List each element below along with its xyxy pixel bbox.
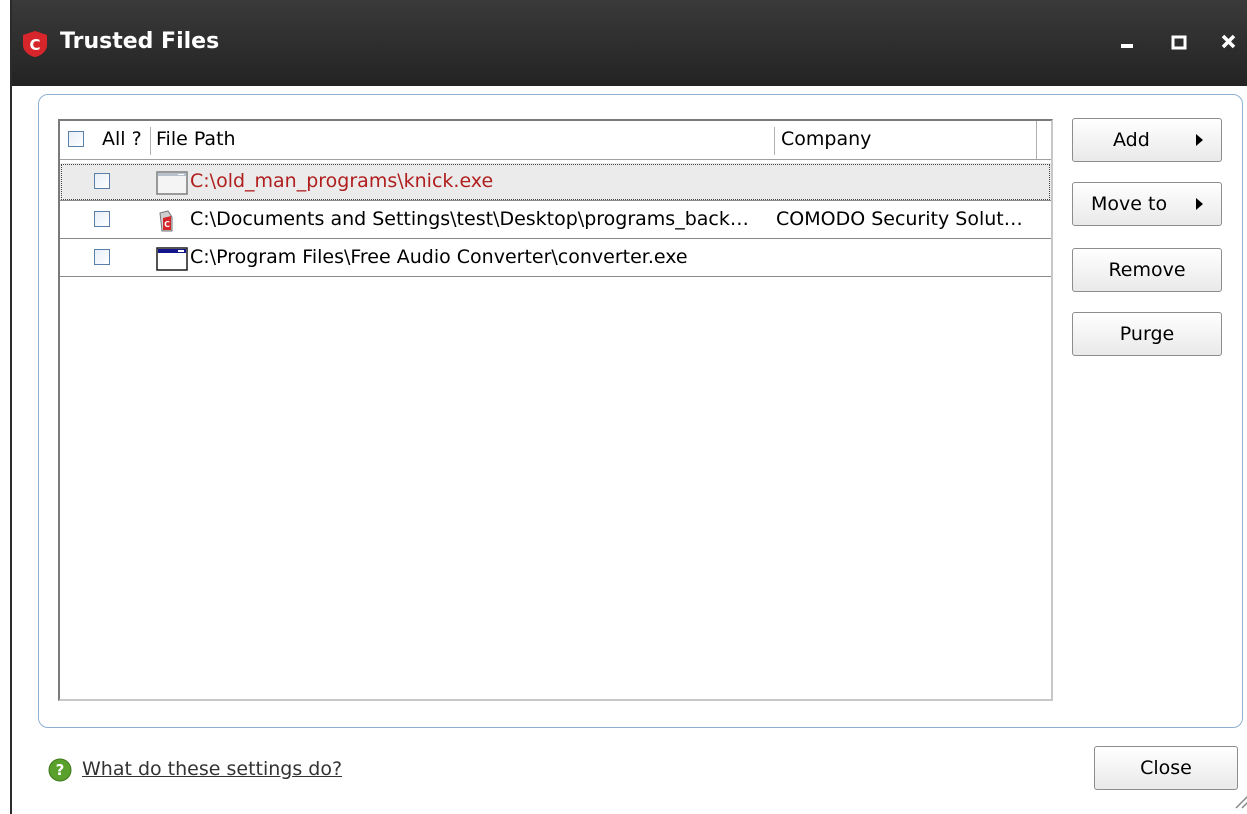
svg-text:?: ? xyxy=(56,761,65,779)
close-button-label: Close xyxy=(1140,757,1192,779)
move-to-button-label: Move to xyxy=(1091,193,1168,215)
row-checkbox[interactable] xyxy=(94,211,110,227)
checkbox-box xyxy=(94,211,110,227)
checkbox-box xyxy=(94,249,110,265)
table-row[interactable]: C C:\Documents and Settings\test\Desktop… xyxy=(60,201,1051,239)
resize-grip-icon[interactable] xyxy=(1230,790,1247,810)
list-header: All ? File Path Company xyxy=(60,121,1051,160)
svg-text:C: C xyxy=(29,36,40,54)
column-divider xyxy=(1036,121,1037,159)
select-all-checkbox[interactable] xyxy=(68,131,84,147)
table-row[interactable]: C:\Program Files\Free Audio Converter\co… xyxy=(60,239,1051,277)
comodo-logo-icon: C xyxy=(23,31,47,57)
add-button-label: Add xyxy=(1113,129,1150,151)
file-path-text: C:\old_man_programs\knick.exe xyxy=(190,170,494,192)
close-icon xyxy=(1221,34,1236,49)
move-to-button[interactable]: Move to xyxy=(1072,182,1222,226)
column-header-file-path[interactable]: File Path xyxy=(156,128,236,150)
trusted-files-window: C Trusted Files All ? File Path Company xyxy=(10,0,1247,814)
table-row[interactable]: C:\old_man_programs\knick.exe xyxy=(60,163,1051,201)
trusted-files-list[interactable]: All ? File Path Company C:\old_man_progr… xyxy=(58,119,1053,701)
remove-button[interactable]: Remove xyxy=(1072,248,1222,292)
column-divider[interactable] xyxy=(774,127,775,155)
help-link[interactable]: What do these settings do? xyxy=(82,758,342,780)
minimize-icon xyxy=(1121,44,1133,48)
svg-text:C: C xyxy=(164,220,170,229)
file-path-text: C:\Program Files\Free Audio Converter\co… xyxy=(190,246,688,268)
row-checkbox[interactable] xyxy=(94,249,110,265)
purge-button[interactable]: Purge xyxy=(1072,312,1222,356)
title-bar[interactable]: C Trusted Files xyxy=(12,0,1247,86)
maximize-button[interactable] xyxy=(1164,28,1194,56)
window-title: Trusted Files xyxy=(60,29,220,54)
select-all-label: All ? xyxy=(102,128,142,150)
purge-button-label: Purge xyxy=(1119,323,1175,345)
column-divider[interactable] xyxy=(150,127,151,155)
row-checkbox[interactable] xyxy=(94,173,110,189)
checkbox-box xyxy=(94,173,110,189)
remove-button-label: Remove xyxy=(1108,259,1186,281)
checkbox-box xyxy=(68,131,84,147)
close-button[interactable]: Close xyxy=(1094,746,1238,790)
close-window-button[interactable] xyxy=(1214,28,1244,56)
maximize-icon xyxy=(1171,35,1187,50)
submenu-arrow-icon xyxy=(1196,134,1203,146)
window-app-icon xyxy=(156,171,188,195)
comodo-file-icon: C xyxy=(159,210,173,232)
company-text: COMODO Security Solut… xyxy=(776,208,1023,230)
submenu-arrow-icon xyxy=(1196,198,1203,210)
window-app-icon xyxy=(156,247,188,271)
help-icon[interactable]: ? xyxy=(48,758,72,782)
column-header-company[interactable]: Company xyxy=(781,128,871,150)
add-button[interactable]: Add xyxy=(1072,118,1222,162)
minimize-button[interactable] xyxy=(1112,28,1142,56)
file-path-text: C:\Documents and Settings\test\Desktop\p… xyxy=(190,208,749,230)
